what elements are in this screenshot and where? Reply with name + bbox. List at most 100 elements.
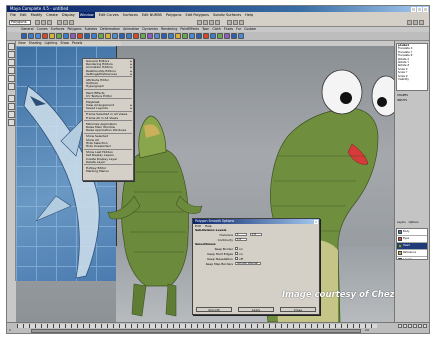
dialog-numeric-field[interactable]: 1.0 (250, 232, 262, 237)
layer-row[interactable]: Head (397, 243, 427, 250)
shelf-tool-icon[interactable] (77, 33, 83, 39)
save-scene-icon[interactable] (47, 20, 52, 25)
snap-curve-icon[interactable] (203, 20, 208, 25)
range-slider[interactable] (31, 329, 361, 333)
shelf-tool-icon[interactable] (168, 33, 174, 39)
single-pane-layout-icon[interactable] (8, 95, 15, 102)
shelf-tool-icon[interactable] (231, 33, 237, 39)
layer-tab-layers[interactable]: Layers (397, 221, 406, 227)
render-icon[interactable] (227, 20, 232, 25)
range-start-field[interactable]: 1 (9, 328, 11, 332)
shelf-tool-icon[interactable] (56, 33, 62, 39)
layer-row[interactable]: Layer1 (397, 257, 427, 259)
snap-grid-icon[interactable] (197, 20, 202, 25)
shelf-tool-icon[interactable] (133, 33, 139, 39)
shelf-tool-icon[interactable] (91, 33, 97, 39)
snap-point-icon[interactable] (209, 20, 214, 25)
layer-row[interactable]: Eyes (397, 236, 427, 243)
maximize-button[interactable] (417, 6, 422, 12)
layer-row[interactable]: Reference (397, 250, 427, 257)
select-object-icon[interactable] (63, 20, 68, 25)
snap-plane-icon[interactable] (215, 20, 220, 25)
dialog-numeric-field[interactable]: 1 (235, 232, 247, 237)
window-menu-item[interactable]: Marking Menus (83, 170, 133, 173)
ipr-render-icon[interactable] (233, 20, 238, 25)
shelf-tool-icon[interactable] (140, 33, 146, 39)
shelf-tool-icon[interactable] (203, 33, 209, 39)
shelf-tool-icon[interactable] (238, 33, 244, 39)
range-end-field[interactable]: 24 (365, 328, 369, 332)
dialog-checkbox[interactable] (235, 252, 238, 255)
apply-button[interactable]: Apply (238, 307, 274, 312)
shelf-tool-icon[interactable] (70, 33, 76, 39)
shelf-tool-icon[interactable] (49, 33, 55, 39)
step-forward-icon[interactable] (418, 324, 422, 328)
scale-tool-icon[interactable] (8, 75, 15, 82)
shelf-tool-icon[interactable] (112, 33, 118, 39)
channel-box-toggle-icon[interactable] (419, 20, 424, 25)
shelf-tool-icon[interactable] (154, 33, 160, 39)
select-component-icon[interactable] (69, 20, 74, 25)
dialog-checkbox[interactable] (235, 257, 238, 260)
attribute-editor-toggle-icon[interactable] (407, 20, 412, 25)
two-pane-layout-icon[interactable] (8, 111, 15, 118)
channel-box[interactable]: pCube1 Translate X Translate Y Translate Z… (396, 43, 428, 91)
shelf-tool-icon[interactable] (21, 33, 27, 39)
shelf-tool-icon[interactable] (217, 33, 223, 39)
render-globals-icon[interactable] (239, 20, 244, 25)
dialog-checkbox[interactable] (235, 247, 238, 250)
shelf-tool-icon[interactable] (42, 33, 48, 39)
outliner-layout-icon[interactable] (8, 119, 15, 126)
shelf-tool-icon[interactable] (161, 33, 167, 39)
layer-row[interactable]: Body (397, 229, 427, 236)
shelf-tool-icon[interactable] (126, 33, 132, 39)
lasso-tool-icon[interactable] (8, 51, 15, 58)
shelf-tool-icon[interactable] (210, 33, 216, 39)
play-forward-icon[interactable] (413, 324, 417, 328)
layer-color-swatch[interactable] (398, 237, 402, 241)
smooth-button[interactable]: Smooth (196, 307, 232, 312)
go-to-start-icon[interactable] (398, 324, 402, 328)
shelf-tool-icon[interactable] (119, 33, 125, 39)
shelf-tool-icon[interactable] (224, 33, 230, 39)
shelf-tool-icon[interactable] (196, 33, 202, 39)
layer-color-swatch[interactable] (398, 230, 402, 234)
layer-tab-options[interactable]: Options (409, 221, 419, 227)
close-button[interactable] (423, 6, 428, 12)
open-scene-icon[interactable] (41, 20, 46, 25)
dialog-option-menu[interactable]: Smooth Internal (235, 261, 261, 266)
layer-color-swatch[interactable] (398, 258, 402, 259)
shelf-tool-icon[interactable] (105, 33, 111, 39)
go-to-end-icon[interactable] (423, 324, 427, 328)
shelf-tool-icon[interactable] (98, 33, 104, 39)
shelf-tool-icon[interactable] (189, 33, 195, 39)
dialog-close-icon[interactable] (314, 219, 318, 224)
shelf-tool-icon[interactable] (84, 33, 90, 39)
layer-color-swatch[interactable] (398, 244, 402, 248)
shelf-tool-icon[interactable] (63, 33, 69, 39)
channel-attribute[interactable]: Visibility (398, 78, 427, 81)
dialog-title-bar[interactable]: Polygon Smooth Options (193, 219, 319, 224)
manipulator-tool-icon[interactable] (8, 83, 15, 90)
minimize-button[interactable] (411, 6, 416, 12)
step-back-icon[interactable] (403, 324, 407, 328)
shelf-tool-icon[interactable] (28, 33, 34, 39)
3d-viewport[interactable]: General EditorsRendering EditorsAnimatio… (16, 46, 394, 322)
dialog-numeric-field[interactable]: 1.0 (235, 237, 247, 242)
four-pane-layout-icon[interactable] (8, 103, 15, 110)
rotate-tool-icon[interactable] (8, 67, 15, 74)
shelf-tool-icon[interactable] (175, 33, 181, 39)
move-tool-icon[interactable] (8, 59, 15, 66)
layer-color-swatch[interactable] (398, 251, 402, 255)
select-tool-icon[interactable] (8, 43, 15, 50)
time-ruler[interactable] (17, 324, 377, 328)
tool-settings-toggle-icon[interactable] (413, 20, 418, 25)
menu-set-selector[interactable]: Polygons (9, 20, 31, 25)
close-dialog-button[interactable]: Close (280, 307, 316, 312)
shelf-tool-icon[interactable] (147, 33, 153, 39)
play-back-icon[interactable] (408, 324, 412, 328)
shelf-tool-icon[interactable] (35, 33, 41, 39)
shelf-tool-icon[interactable] (182, 33, 188, 39)
select-hierarchy-icon[interactable] (57, 20, 62, 25)
new-scene-icon[interactable] (35, 20, 40, 25)
